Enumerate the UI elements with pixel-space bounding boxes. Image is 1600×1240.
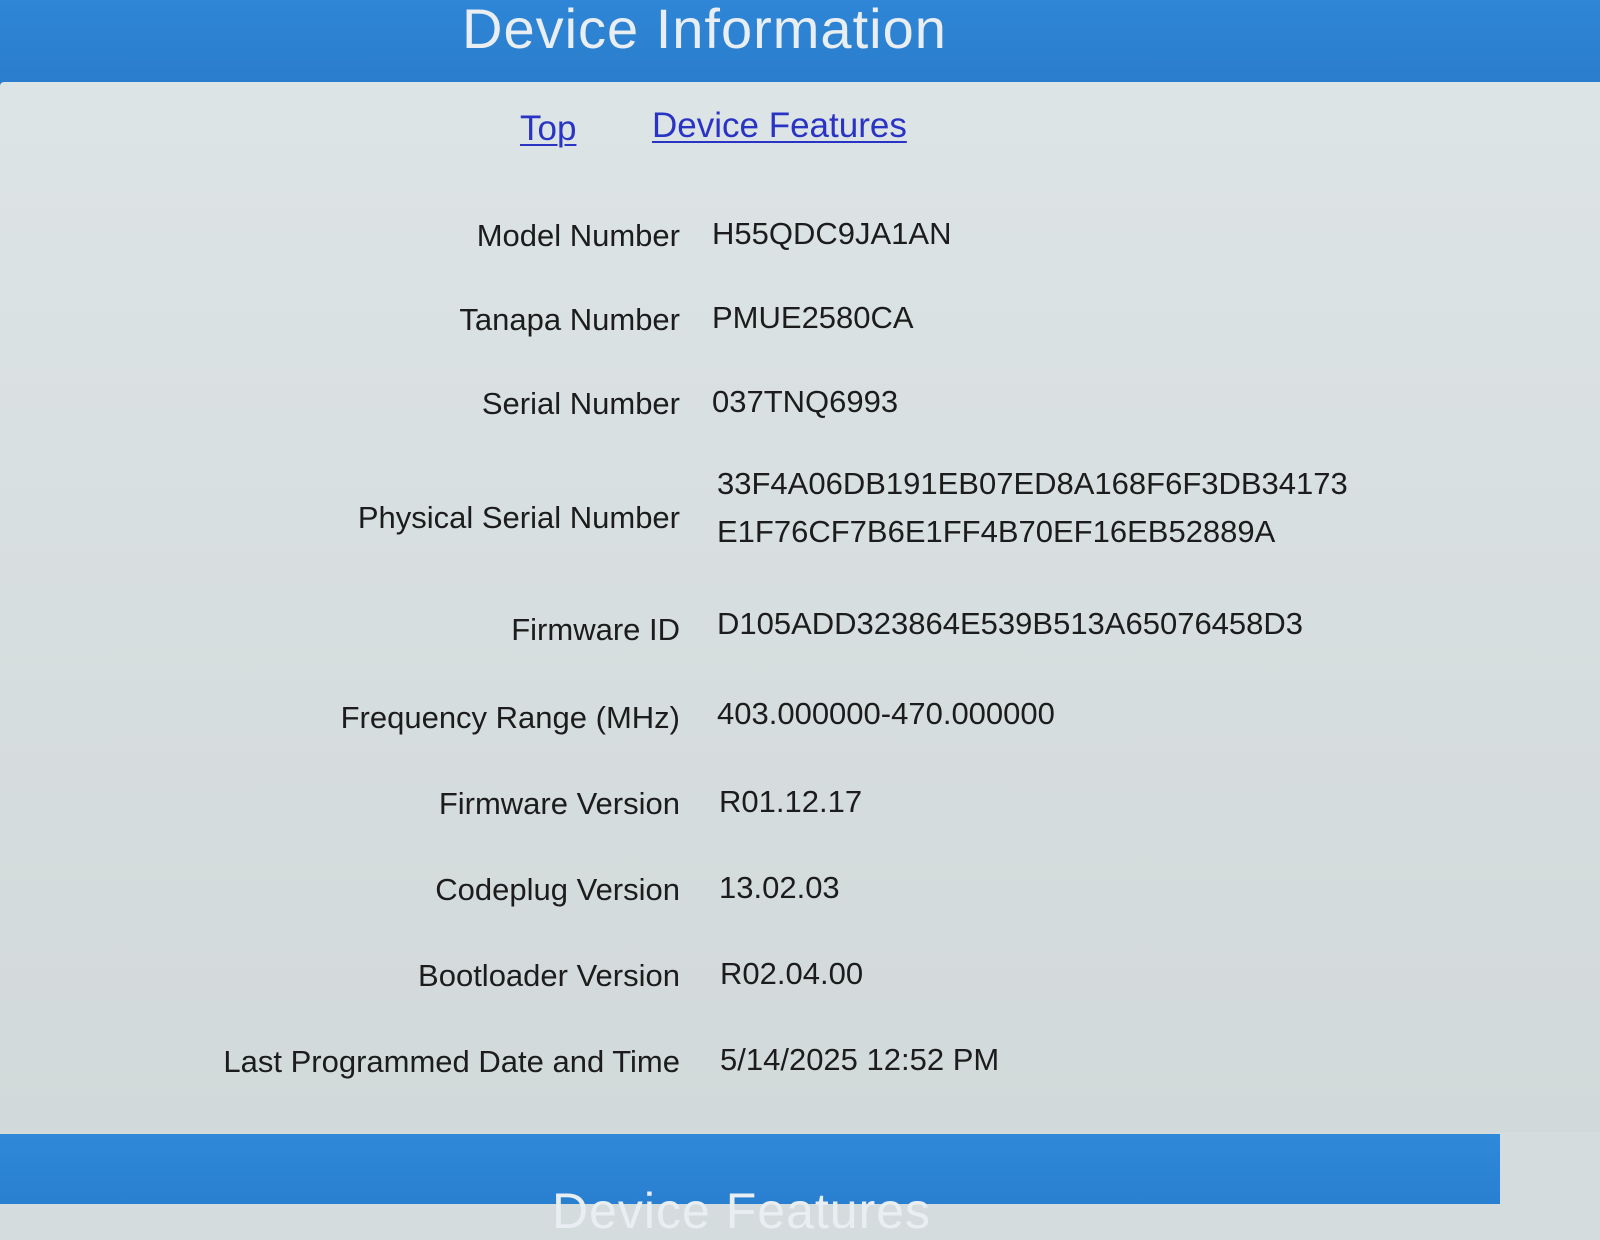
codeplug-version-label: Codeplug Version xyxy=(435,872,680,907)
physical-serial-number-label: Physical Serial Number xyxy=(357,500,680,535)
frequency-range-label: Frequency Range (MHz) xyxy=(340,700,680,735)
physical-serial-number-value-line2: E1F76CF7B6E1FF4B70EF16EB52889A xyxy=(717,514,1276,549)
firmware-version-value: R01.12.17 xyxy=(719,784,863,819)
firmware-id-label: Firmware ID xyxy=(511,612,680,647)
device-features-section-title: Device Features xyxy=(552,1183,932,1239)
last-programmed-label: Last Programmed Date and Time xyxy=(223,1044,680,1079)
device-info-table: Model Number H55QDC9JA1AN Tanapa Number … xyxy=(0,0,1600,1200)
device-features-header-bar: Device Features xyxy=(0,1134,1500,1239)
physical-serial-number-value-line1: 33F4A06DB191EB07ED8A168F6F3DB34173 xyxy=(717,466,1348,501)
last-programmed-value: 5/14/2025 12:52 PM xyxy=(720,1042,1000,1077)
serial-number-label: Serial Number xyxy=(481,386,680,421)
firmware-version-label: Firmware Version xyxy=(438,786,680,821)
frequency-range-value: 403.000000-470.000000 xyxy=(717,696,1055,731)
tanapa-number-value: PMUE2580CA xyxy=(712,300,914,335)
serial-number-value: 037TNQ6993 xyxy=(712,384,899,419)
codeplug-version-value: 13.02.03 xyxy=(719,870,840,905)
model-number-value: H55QDC9JA1AN xyxy=(712,216,952,251)
tanapa-number-label: Tanapa Number xyxy=(459,302,680,337)
model-number-label: Model Number xyxy=(476,218,680,253)
firmware-id-value: D105ADD323864E539B513A65076458D3 xyxy=(717,606,1304,641)
bootloader-version-label: Bootloader Version xyxy=(418,958,680,993)
bootloader-version-value: R02.04.00 xyxy=(720,956,864,991)
